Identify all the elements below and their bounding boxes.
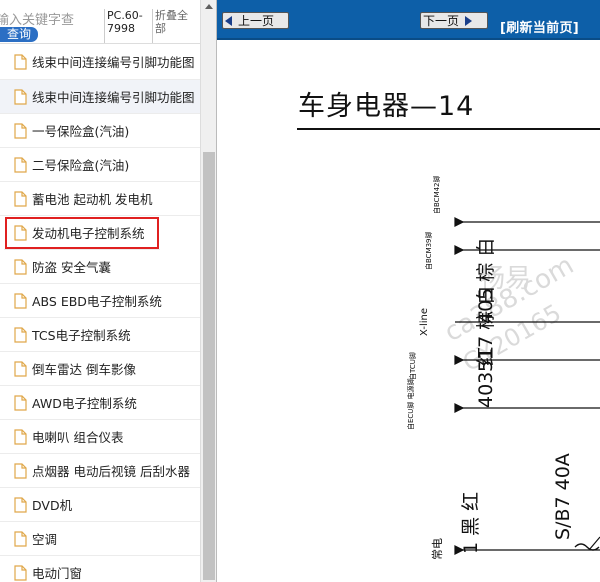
list-item[interactable]: ABS EBD电子控制系统 [0,284,200,318]
prev-page-button[interactable]: 上一页 [222,12,289,29]
arrow-left-icon [225,15,232,26]
refresh-page-link[interactable]: [刷新当前页] [500,17,579,36]
list-item[interactable]: 电动门窗 [0,556,200,582]
list-item-label: TCS电子控制系统 [32,328,131,343]
list-item[interactable]: 一号保险盒(汽油) [0,114,200,148]
tab-model[interactable]: PC.60-7998 [104,9,148,43]
scroll-up-arrow-icon[interactable] [205,4,213,9]
arrow-right-icon [454,217,465,227]
list-item-label: 防盗 安全气囊 [32,260,111,275]
fuse-symbol-icon [574,543,600,551]
fuse-label: S/B7 40A [552,453,574,540]
source-label: 自ECU脚 电源脚 [406,378,415,430]
list-item-label: 线束中间连接编号引脚功能图 [32,90,195,105]
wire-code: 403 红 [475,347,497,408]
list-item[interactable]: 电喇叭 组合仪表 [0,420,200,454]
list-item-label: 一号保险盒(汽油) [32,124,130,139]
wiring-diagram: 畅易 ca388.com GY20165 自BCM42脚 自BCM39脚 X-l… [406,175,600,560]
document-viewer: 上一页 下一页 [刷新当前页] 车身电器—14 畅易 ca388.com GY2… [217,0,600,582]
list-item-label: 二号保险盒(汽油) [32,158,130,173]
list-item[interactable]: 倒车雷达 倒车影像 [0,352,200,386]
list-item[interactable]: 线束中间连接编号引脚功能图 [0,44,200,80]
source-label: 自BCM42脚 [432,175,441,214]
list-item[interactable]: AWD电子控制系统 [0,386,200,420]
document-icon [14,292,27,309]
document-icon [14,156,27,173]
schematic-page: 车身电器—14 畅易 ca388.com GY20165 自BCM42脚 自BC… [217,42,600,582]
collapse-all-button[interactable]: 折叠全部 [152,9,198,43]
list-item-label: 电动门窗 [32,566,83,581]
document-icon [14,190,27,207]
document-icon [14,564,27,581]
document-icon [14,394,27,411]
arrow-right-icon [454,245,465,255]
scrollbar-thumb[interactable] [203,152,215,580]
list-item-highlighted[interactable]: 发动机电子控制系统 [4,216,160,250]
wire-code: 1 黑 红 [460,492,482,554]
search-toolbar: 查询 PC.60-7998 折叠全部 [0,0,200,44]
list-item[interactable]: 点烟器 电动后视镜 后刮水器 [0,454,200,488]
document-icon [14,53,27,70]
document-icon [14,88,27,105]
list-item-label: 线束中间连接编号引脚功能图 [32,55,195,70]
list-item-label: DVD机 [32,498,73,513]
list-item[interactable]: DVD机 [0,488,200,522]
viewer-navbar: 上一页 下一页 [刷新当前页] [217,0,600,40]
list-item-label: AWD电子控制系统 [32,396,137,411]
source-label: X-line [419,308,430,336]
source-label: 自BCM39脚 [424,231,433,270]
list-item-label: ABS EBD电子控制系统 [32,294,162,309]
source-label: 自TCU脚 [408,352,417,380]
source-label: 常电 [431,538,444,560]
document-icon [14,530,27,547]
list-item-label: 倒车雷达 倒车影像 [32,362,136,377]
document-icon [14,360,27,377]
arrow-right-icon [465,15,473,26]
next-page-label: 下一页 [423,14,460,28]
file-tree-panel: 查询 PC.60-7998 折叠全部 线束中间连接编号引脚功能图 线束中间连接编… [0,0,217,582]
arrow-right-icon [454,403,465,413]
document-icon [14,258,27,275]
document-icon [14,462,27,479]
prev-page-label: 上一页 [238,14,275,28]
list-item[interactable]: TCS电子控制系统 [0,318,200,352]
list-item[interactable]: 蓄电池 起动机 发电机 [0,182,200,216]
scrollbar[interactable] [200,0,216,582]
list-item[interactable]: 二号保险盒(汽油) [0,148,200,182]
document-icon [14,326,27,343]
list-item[interactable]: 空调 [0,522,200,556]
document-icon [14,496,27,513]
list-item[interactable]: 防盗 安全气囊 [0,250,200,284]
document-icon [14,122,27,139]
list-item[interactable]: 线束中间连接编号引脚功能图 [0,80,200,114]
next-page-button[interactable]: 下一页 [420,12,488,29]
list-item-label: 发动机电子控制系统 [32,226,145,241]
document-icon [14,224,27,241]
list-item-label: 点烟器 电动后视镜 后刮水器 [32,464,190,479]
list-item-label: 蓄电池 起动机 发电机 [32,192,153,207]
list-item-label: 电喇叭 组合仪表 [32,430,124,445]
list-item-label: 空调 [32,532,58,547]
document-icon [14,428,27,445]
search-button[interactable]: 查询 [0,27,38,42]
file-list: 线束中间连接编号引脚功能图 线束中间连接编号引脚功能图 一号保险盒(汽油) 二号… [0,44,200,582]
